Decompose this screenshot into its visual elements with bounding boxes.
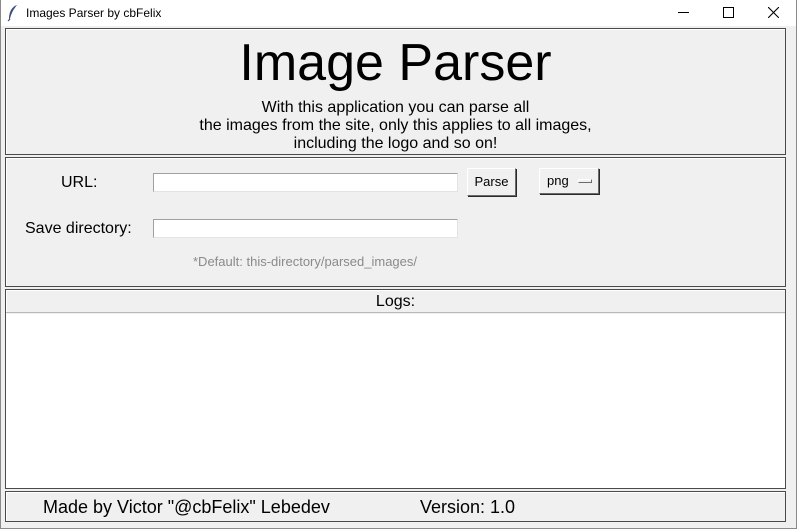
url-input[interactable] <box>153 173 458 192</box>
close-button[interactable] <box>751 0 796 26</box>
app-window: Images Parser by cbFelix Image Parser Wi… <box>0 0 797 529</box>
author-credit: Made by Victor "@cbFelix" Lebedev <box>43 497 330 517</box>
feather-icon <box>7 4 19 22</box>
version-label: Version: 1.0 <box>420 497 516 517</box>
logs-heading: Logs: <box>6 290 785 313</box>
title-bar[interactable]: Images Parser by cbFelix <box>1 0 796 26</box>
parse-button[interactable]: Parse <box>467 168 516 196</box>
app-heading: Image Parser <box>239 34 552 92</box>
close-icon <box>768 7 779 18</box>
minimize-button[interactable] <box>661 0 706 26</box>
format-selected-value: png <box>547 173 569 188</box>
window-title: Images Parser by cbFelix <box>26 6 162 20</box>
footer-frame: Made by Victor "@cbFelix" Lebedev Versio… <box>5 491 786 522</box>
maximize-button[interactable] <box>706 0 751 26</box>
input-frame: URL: Parse png Save directory: *Default:… <box>5 157 786 287</box>
format-select[interactable]: png <box>539 168 599 194</box>
description-line-1: With this application you can parse all <box>261 99 530 116</box>
save-directory-label: Save directory: <box>25 220 132 237</box>
maximize-icon <box>723 7 734 18</box>
description-line-3: including the logo and so on! <box>293 135 498 152</box>
save-directory-input[interactable] <box>153 219 458 238</box>
description-line-2: the images from the site, only this appl… <box>199 117 592 134</box>
header-frame: Image Parser With this application you c… <box>5 28 786 155</box>
logs-frame: Logs: <box>5 289 786 489</box>
url-label: URL: <box>61 174 98 191</box>
option-menu-indicator-icon <box>578 179 592 183</box>
logs-text-area[interactable] <box>6 314 785 488</box>
minimize-icon <box>678 12 689 13</box>
default-directory-hint: *Default: this-directory/parsed_images/ <box>193 254 417 269</box>
